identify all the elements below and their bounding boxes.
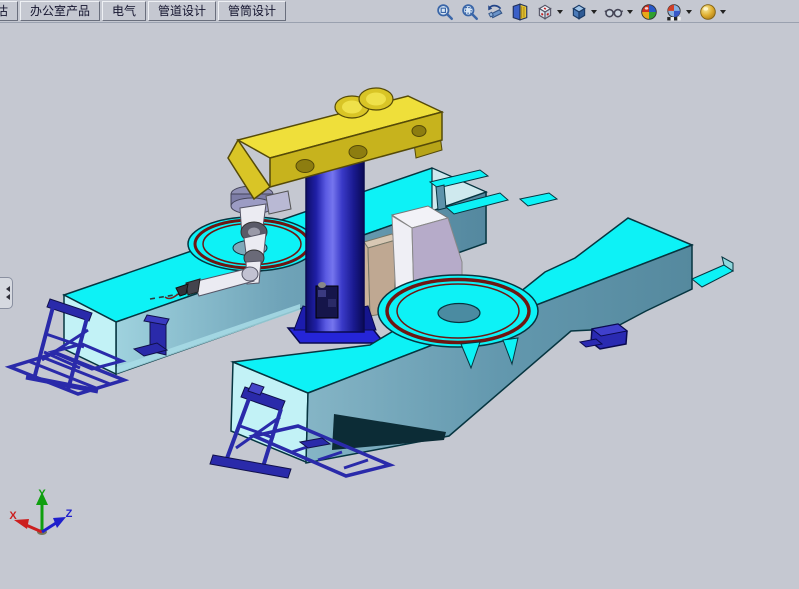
graphics-viewport[interactable]: X Y Z <box>0 0 799 589</box>
previous-view-icon <box>486 3 504 21</box>
zoom-to-area-button[interactable] <box>460 2 480 22</box>
collapse-arrow-icon <box>3 286 10 292</box>
tab-partial[interactable]: 估 <box>0 1 18 21</box>
boom-hole[interactable] <box>349 146 367 159</box>
dropdown-arrow-icon[interactable] <box>720 10 726 14</box>
view-settings-button[interactable] <box>698 2 727 22</box>
dropdown-arrow-icon[interactable] <box>591 10 597 14</box>
mechanism-detail[interactable] <box>328 299 336 307</box>
mechanism-detail[interactable] <box>318 290 326 297</box>
front-turntable-hole[interactable] <box>438 304 480 323</box>
apply-scene-button[interactable] <box>664 2 693 22</box>
display-style-icon <box>570 3 588 21</box>
apply-scene-icon <box>665 3 683 21</box>
section-view-icon <box>511 3 529 21</box>
view-orientation-icon <box>536 3 554 21</box>
triad-x-label: X <box>9 510 17 522</box>
triad-z-label: Z <box>66 508 73 520</box>
fin-support[interactable] <box>436 185 446 210</box>
hide-show-items-button[interactable] <box>603 2 634 22</box>
feature-panel-handle[interactable] <box>0 277 13 309</box>
mechanism-knob[interactable] <box>318 282 326 288</box>
tab-tubing-design[interactable]: 管筒设计 <box>218 1 286 21</box>
boom-cylinder-top[interactable] <box>366 93 386 106</box>
hide-show-items-icon <box>604 3 624 21</box>
forearm-joint[interactable] <box>242 267 258 281</box>
dropdown-arrow-icon[interactable] <box>627 10 633 14</box>
collapse-arrow-icon <box>3 294 10 300</box>
edit-appearance-button[interactable] <box>639 2 659 22</box>
application-window: X Y Z 估 办公室产品 电气 管道设计 管筒设计 <box>0 0 799 589</box>
view-orientation-button[interactable] <box>535 2 564 22</box>
zoom-to-area-icon <box>461 3 479 21</box>
boom-hole[interactable] <box>412 126 426 137</box>
tab-electrical[interactable]: 电气 <box>102 1 146 21</box>
display-style-button[interactable] <box>569 2 598 22</box>
dropdown-arrow-icon[interactable] <box>557 10 563 14</box>
zoom-to-fit-button[interactable] <box>435 2 455 22</box>
triad-y-label: Y <box>38 488 46 500</box>
dropdown-arrow-icon[interactable] <box>686 10 692 14</box>
heads-up-toolbar <box>435 1 727 22</box>
edit-appearance-icon <box>640 3 658 21</box>
view-settings-icon <box>699 3 717 21</box>
tab-piping-design[interactable]: 管道设计 <box>148 1 216 21</box>
section-view-button[interactable] <box>510 2 530 22</box>
zoom-to-fit-icon <box>436 3 454 21</box>
previous-view-button[interactable] <box>485 2 505 22</box>
boom-hole[interactable] <box>296 160 314 173</box>
boom-cylinder-top[interactable] <box>342 101 362 114</box>
tab-office-products[interactable]: 办公室产品 <box>20 1 100 21</box>
